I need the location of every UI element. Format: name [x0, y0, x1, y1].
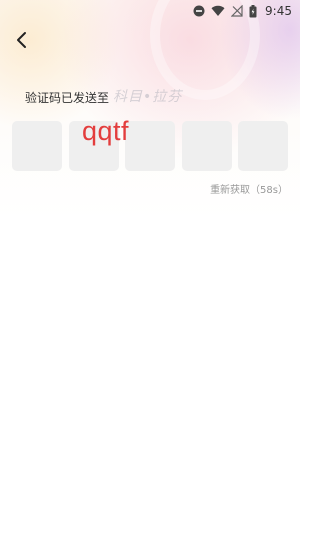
verification-code-input[interactable]	[12, 121, 288, 171]
chevron-left-icon	[17, 32, 26, 48]
phone-number-watermark: 科目•拉芬	[113, 89, 183, 105]
status-time: 9:45	[265, 4, 292, 18]
code-digit-box-3[interactable]	[125, 121, 175, 171]
code-sent-label: 验证码已发送至	[25, 91, 110, 105]
code-digit-box-1[interactable]	[12, 121, 62, 171]
code-digit-box-4[interactable]	[181, 121, 232, 171]
back-button[interactable]	[10, 28, 34, 52]
battery-icon	[249, 4, 257, 18]
code-digit-box-5[interactable]	[238, 121, 288, 171]
no-sim-icon	[231, 5, 243, 17]
dnd-icon	[193, 5, 205, 17]
wifi-icon	[211, 5, 225, 17]
resend-countdown-button[interactable]: 重新获取（58s）	[210, 181, 288, 196]
captcha-text: qqtf	[82, 116, 130, 146]
status-bar: 9:45	[193, 2, 292, 20]
